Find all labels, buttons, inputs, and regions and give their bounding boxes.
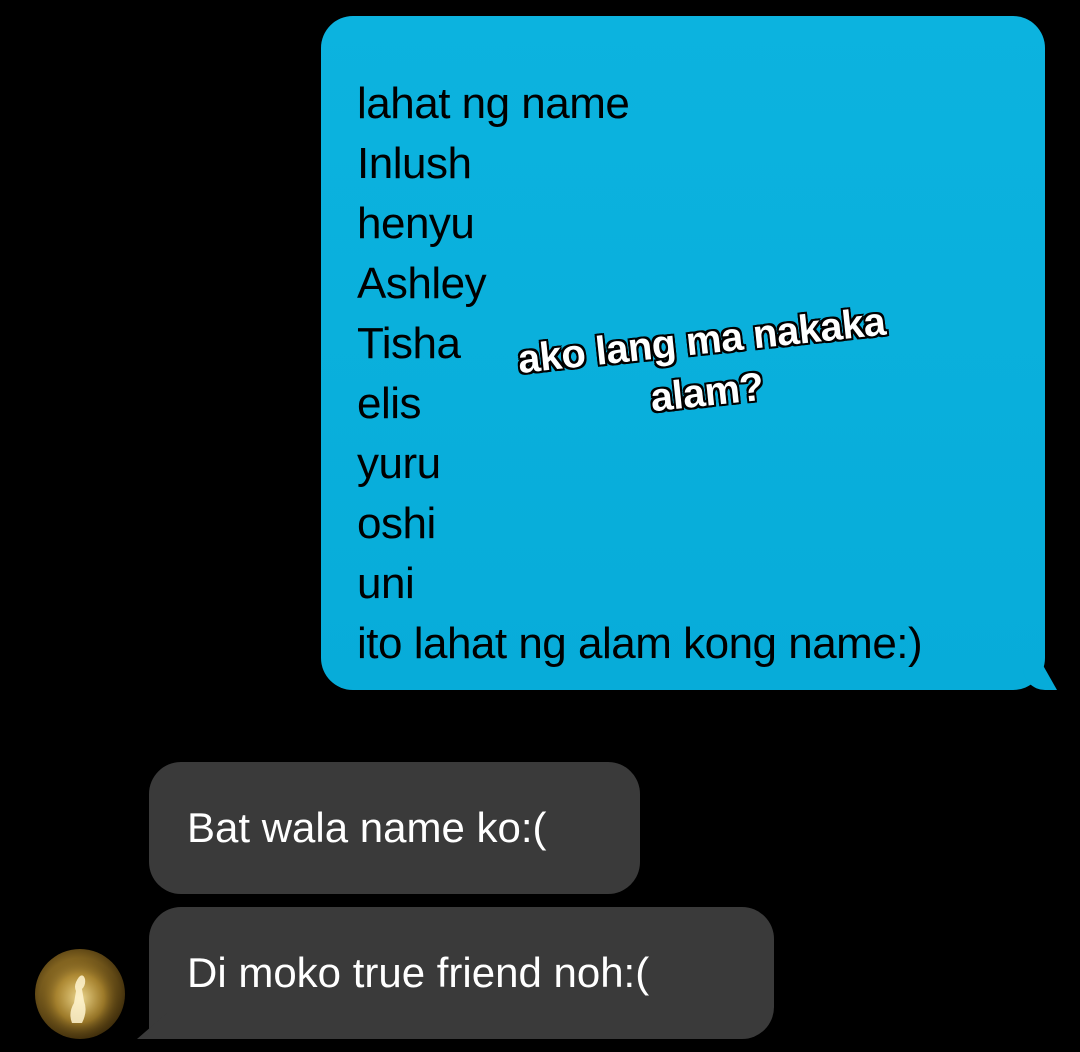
message-line: oshi — [357, 499, 436, 548]
incoming-message-text: Bat wala name ko:( — [187, 804, 547, 851]
avatar-image — [35, 949, 125, 1039]
bubble-tail — [137, 1013, 167, 1039]
incoming-message-bubble[interactable]: Di moko true friend noh:( — [137, 907, 774, 1039]
chat-screen: lahat ng name Inlush henyu Ashley Tisha … — [0, 0, 1080, 1052]
message-line: lahat ng name — [357, 79, 630, 128]
incoming-message-text: Di moko true friend noh:( — [187, 949, 650, 996]
message-line: henyu — [357, 199, 475, 248]
message-line: uni — [357, 559, 415, 608]
message-line: ito lahat ng alam kong name:) — [357, 619, 923, 668]
user-avatar-icon[interactable] — [35, 949, 125, 1039]
message-line: Inlush — [357, 139, 472, 188]
message-line: Ashley — [357, 259, 487, 308]
message-line: yuru — [357, 439, 441, 488]
incoming-message-bubble[interactable]: Bat wala name ko:( — [149, 762, 640, 894]
bubble-tail — [1023, 660, 1057, 690]
